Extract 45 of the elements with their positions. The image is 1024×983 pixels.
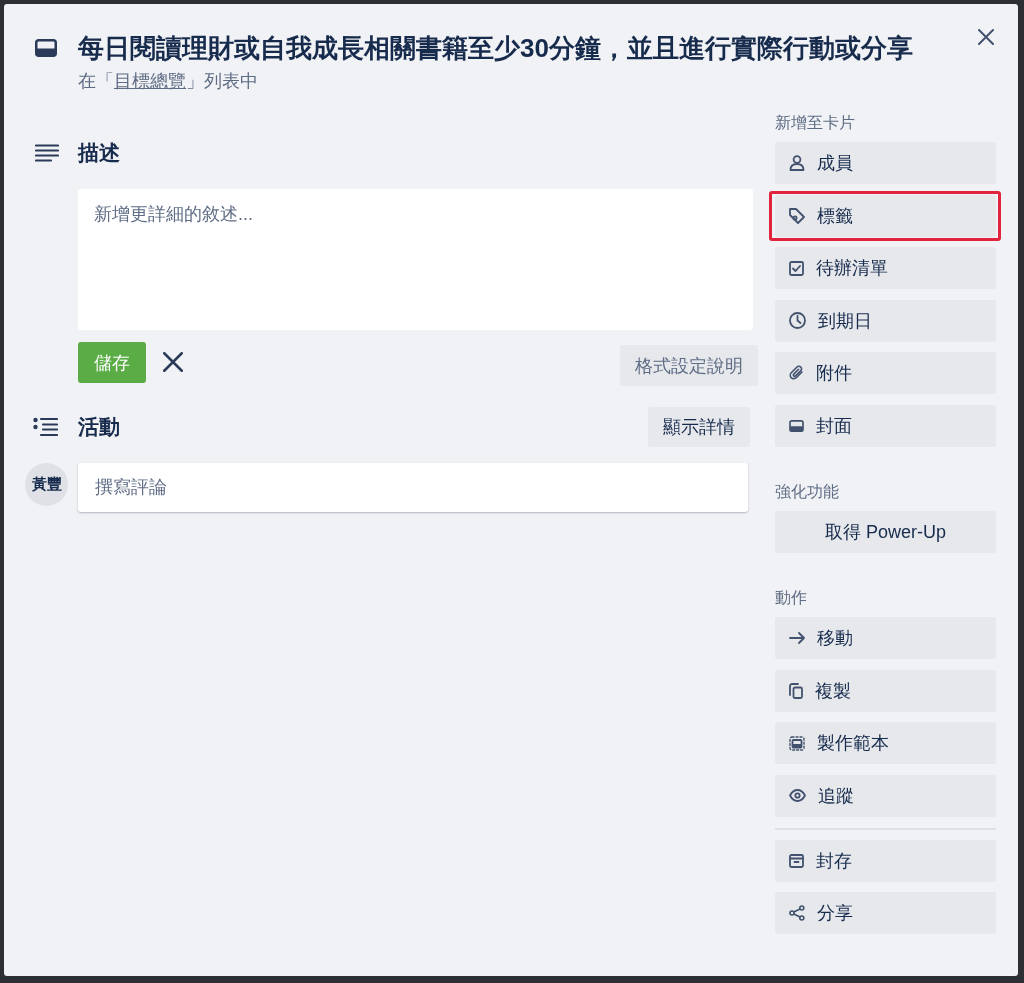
archive-icon (789, 853, 804, 868)
sidebar-button[interactable]: 附件 (775, 352, 996, 395)
list-icon (33, 417, 58, 437)
sidebar-button[interactable]: 封面 (775, 404, 996, 447)
card-icon (35, 39, 57, 57)
sidebar-heading: 強化功能 (775, 481, 840, 502)
sidebar-button[interactable]: 到期日 (775, 299, 996, 342)
sidebar-button[interactable]: 待辦清單 (775, 247, 996, 290)
sidebar-button[interactable]: 移動 (775, 616, 996, 659)
close-button[interactable] (976, 27, 996, 47)
power-up-button[interactable]: 取得 Power-Up (775, 510, 996, 553)
clock-icon (789, 312, 806, 330)
sidebar-button[interactable]: 標籤 (775, 194, 996, 237)
share-icon (789, 905, 805, 922)
close-icon (978, 29, 994, 45)
close-icon (163, 352, 183, 372)
card-icon (789, 419, 804, 432)
show-details-button[interactable]: 顯示詳情 (648, 407, 750, 447)
formatting-help-button[interactable]: 格式設定說明 (620, 345, 758, 386)
section-heading: 活動 (78, 414, 121, 440)
card-title: 每日閱讀理財或自我成長相關書籍至少30分鐘，並且進行實際行動或分享 (78, 32, 914, 65)
cancel-button[interactable] (163, 352, 183, 372)
text-lines-icon (35, 144, 59, 162)
list-link[interactable]: 目標總覽 (114, 71, 186, 91)
tag-icon (789, 207, 805, 224)
user-avatar: 黃豐 (25, 463, 68, 506)
copy-icon (789, 682, 803, 699)
eye-icon (789, 789, 806, 803)
paperclip-icon (789, 365, 804, 382)
sidebar-button[interactable]: 複製 (775, 669, 996, 712)
sidebar-button[interactable]: 追蹤 (775, 774, 996, 817)
dashed-card-icon (789, 735, 805, 751)
checkbox-icon (789, 260, 804, 276)
sidebar-heading: 動作 (775, 587, 808, 608)
list-location-text: 在「目標總覽」列表中 (78, 70, 259, 93)
sidebar-button[interactable]: 分享 (775, 892, 996, 935)
sidebar-heading: 新增至卡片 (775, 113, 856, 133)
sidebar-button[interactable]: 製作範本 (775, 722, 996, 765)
user-icon (789, 155, 805, 171)
description-field[interactable]: 新增更詳細的敘述... (78, 189, 753, 330)
section-heading: 描述 (78, 140, 121, 166)
arrow-right-icon (789, 631, 805, 644)
sidebar-button[interactable]: 封存 (775, 839, 996, 882)
sidebar-button[interactable]: 成員 (775, 142, 996, 184)
comment-field[interactable]: 撰寫評論 (78, 463, 748, 512)
